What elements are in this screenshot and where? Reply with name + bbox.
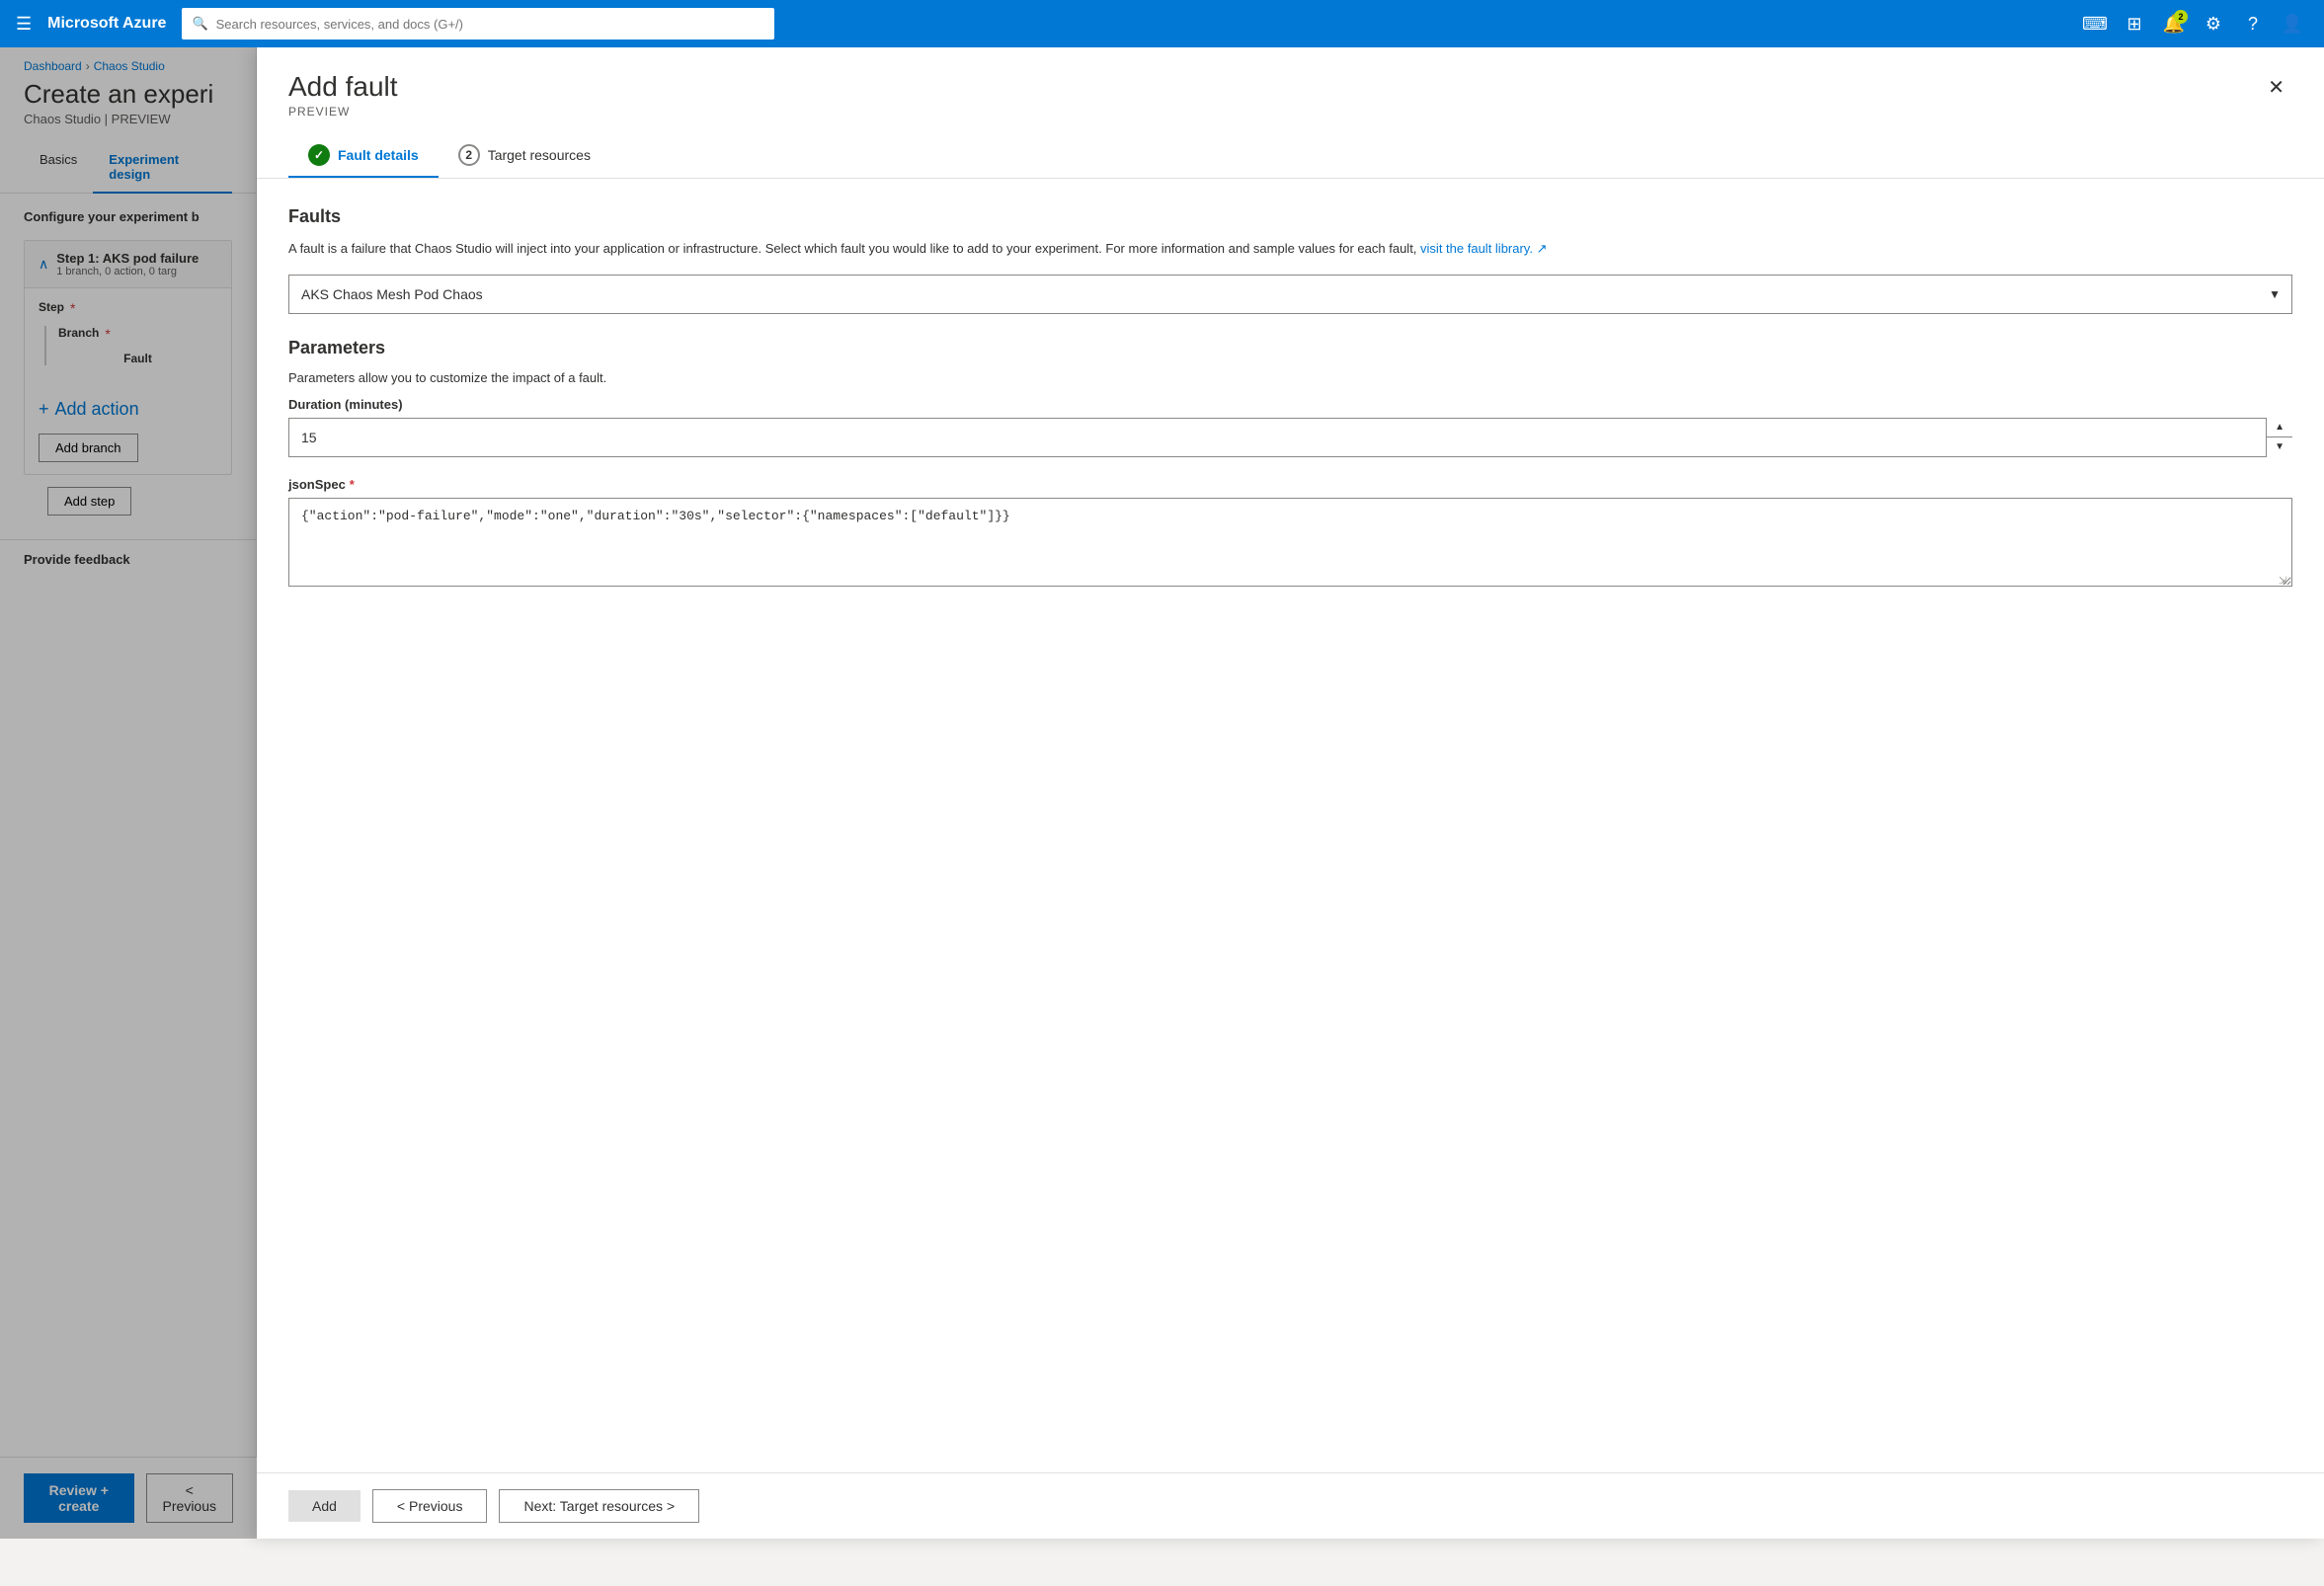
jsonspec-textarea[interactable]: {"action":"pod-failure","mode":"one","du… <box>288 498 2292 587</box>
panel-prev-button[interactable]: < Previous <box>372 1489 488 1523</box>
fault-panel: Add fault PREVIEW ✕ ✓ Fault details 2 Ta… <box>257 47 2324 1539</box>
jsonspec-textarea-wrapper: {"action":"pod-failure","mode":"one","du… <box>288 498 2292 590</box>
resize-handle-icon: ⇲ <box>2279 576 2290 588</box>
fault-dropdown-wrapper: AKS Chaos Mesh Pod Chaos AKS Chaos Mesh … <box>288 275 2292 314</box>
notification-badge: 2 <box>2174 10 2188 24</box>
tab2-circle: 2 <box>458 144 480 166</box>
app-logo: Microsoft Azure <box>47 15 166 33</box>
panel-body: Faults A fault is a failure that Chaos S… <box>257 179 2324 1472</box>
jsonspec-field-group: jsonSpec * {"action":"pod-failure","mode… <box>288 477 2292 590</box>
notifications-icon[interactable]: 🔔 2 <box>2158 8 2190 40</box>
jsonspec-label: jsonSpec * <box>288 477 2292 492</box>
terminal-icon[interactable]: ⌨ <box>2079 8 2111 40</box>
add-button[interactable]: Add <box>288 1490 361 1522</box>
duration-spinners: ▲ ▼ <box>2266 418 2292 457</box>
duration-label: Duration (minutes) <box>288 397 2292 412</box>
main-container: Dashboard › Chaos Studio Create an exper… <box>0 47 2324 1539</box>
jsonspec-required-star: * <box>350 477 355 492</box>
hamburger-icon[interactable]: ☰ <box>16 14 32 35</box>
topbar: ☰ Microsoft Azure 🔍 ⌨ ⊞ 🔔 2 ⚙ ? 👤 <box>0 0 2324 47</box>
parameters-desc: Parameters allow you to customize the im… <box>288 370 2292 385</box>
panel-title-row: Add fault PREVIEW ✕ <box>288 71 2292 119</box>
panel-tab-target-resources[interactable]: 2 Target resources <box>439 134 610 178</box>
tab2-label: Target resources <box>488 147 591 163</box>
tab1-label: Fault details <box>338 147 419 163</box>
panel-header: Add fault PREVIEW ✕ ✓ Fault details 2 Ta… <box>257 47 2324 179</box>
fault-dropdown[interactable]: AKS Chaos Mesh Pod Chaos AKS Chaos Mesh … <box>288 275 2292 314</box>
duration-input[interactable] <box>288 418 2292 457</box>
faults-section-desc: A fault is a failure that Chaos Studio w… <box>288 239 2292 259</box>
parameters-section: Parameters Parameters allow you to custo… <box>288 338 2292 590</box>
duration-input-wrapper: ▲ ▼ <box>288 418 2292 457</box>
tab1-circle: ✓ <box>308 144 330 166</box>
parameters-section-title: Parameters <box>288 338 2292 358</box>
panel-tabs: ✓ Fault details 2 Target resources <box>288 134 2292 178</box>
settings-icon[interactable]: ⚙ <box>2198 8 2229 40</box>
user-icon[interactable]: 👤 <box>2277 8 2308 40</box>
fault-library-link[interactable]: visit the fault library. ↗ <box>1420 241 1547 256</box>
panel-next-button[interactable]: Next: Target resources > <box>499 1489 699 1523</box>
panel-tab-fault-details[interactable]: ✓ Fault details <box>288 134 439 178</box>
topbar-icons: ⌨ ⊞ 🔔 2 ⚙ ? 👤 <box>2079 8 2308 40</box>
faults-desc-text: A fault is a failure that Chaos Studio w… <box>288 241 1416 256</box>
duration-increment[interactable]: ▲ <box>2267 418 2292 438</box>
search-input[interactable] <box>216 17 765 32</box>
help-icon[interactable]: ? <box>2237 8 2269 40</box>
faults-section-title: Faults <box>288 206 2292 227</box>
portal-icon[interactable]: ⊞ <box>2119 8 2150 40</box>
close-panel-button[interactable]: ✕ <box>2260 71 2292 104</box>
search-bar[interactable]: 🔍 <box>182 8 774 40</box>
duration-decrement[interactable]: ▼ <box>2267 437 2292 457</box>
panel-footer: Add < Previous Next: Target resources > <box>257 1472 2324 1539</box>
panel-preview-label: PREVIEW <box>288 105 398 119</box>
panel-title: Add fault <box>288 71 398 103</box>
search-icon: 🔍 <box>192 16 207 32</box>
duration-field-group: Duration (minutes) ▲ ▼ <box>288 397 2292 457</box>
